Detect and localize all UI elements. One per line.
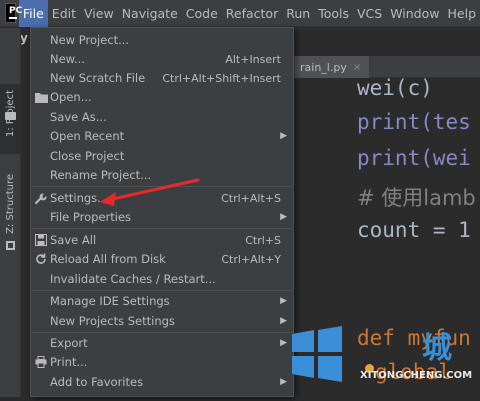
menu-item-label: Rename Project...	[50, 168, 151, 182]
menu-bar: PC File Edit View Navigate Code Refactor…	[0, 0, 480, 27]
menu-item-new[interactable]: New... Alt+Insert	[31, 49, 293, 69]
menu-item-manage-ide-settings[interactable]: Manage IDE Settings ▶	[31, 291, 293, 311]
submenu-arrow-icon: ▶	[280, 212, 287, 222]
menu-item-shortcut: Alt+Insert	[225, 53, 281, 66]
menu-item-new-project[interactable]: New Project...	[31, 30, 293, 50]
menu-item-new-projects-settings[interactable]: New Projects Settings ▶	[31, 311, 293, 331]
menu-item-save-all[interactable]: Save All Ctrl+S	[31, 230, 293, 250]
left-tool-strip: 1: Project Z: Structure	[0, 28, 21, 397]
menu-item-label: Add to Favorites	[50, 375, 143, 389]
menu-item-export[interactable]: Export ▶	[31, 333, 293, 353]
menu-item-print[interactable]: Print...	[31, 352, 293, 372]
structure-tab-label[interactable]: Z: Structure	[5, 174, 16, 234]
menu-tools[interactable]: Tools	[314, 0, 353, 27]
print-icon	[34, 355, 48, 369]
menu-item-label: Print...	[50, 355, 87, 369]
code-line[interactable]: wei(c)	[357, 76, 433, 100]
menu-item-new-scratch-file[interactable]: New Scratch File Ctrl+Alt+Shift+Insert	[31, 68, 293, 88]
menu-item-file-properties[interactable]: File Properties ▶	[31, 207, 293, 227]
menu-view[interactable]: View	[80, 0, 118, 27]
menu-item-shortcut: Ctrl+Alt+Y	[221, 253, 281, 266]
menu-item-add-to-favorites[interactable]: Add to Favorites ▶	[31, 372, 293, 392]
editor-tab-label: rain_l.py	[300, 61, 347, 74]
save-icon	[34, 233, 48, 247]
menu-item-label: Close Project	[50, 149, 124, 163]
menu-window[interactable]: Window	[386, 0, 443, 27]
code-line[interactable]: print(tes	[357, 110, 471, 134]
folder-icon	[5, 112, 16, 120]
submenu-arrow-icon: ▶	[280, 296, 287, 306]
menu-item-label: Export	[50, 336, 88, 350]
menu-item-close-project[interactable]: Close Project	[31, 146, 293, 166]
editor-tab[interactable]: rain_l.py ×	[292, 56, 369, 78]
menu-code[interactable]: Code	[182, 0, 222, 27]
menu-item-label: Invalidate Caches / Restart...	[50, 272, 216, 286]
close-icon[interactable]: ×	[353, 62, 361, 73]
pycharm-logo-icon: PC	[5, 3, 16, 23]
menu-help[interactable]: Help	[444, 0, 480, 27]
menu-item-invalidate-caches[interactable]: Invalidate Caches / Restart...	[31, 269, 293, 289]
app-icon-label: PC	[9, 6, 22, 16]
code-line[interactable]: count = 1	[357, 218, 471, 242]
watermark-logo: 城	[286, 322, 480, 397]
code-line[interactable]: print(wei	[357, 146, 471, 170]
wrench-icon	[34, 191, 48, 205]
menu-item-label: Open Recent	[50, 129, 124, 143]
code-comment[interactable]: # 使用lamb	[357, 182, 476, 212]
menu-item-label: New Project...	[50, 33, 129, 47]
menu-file[interactable]: File	[19, 0, 48, 27]
structure-icon	[6, 241, 15, 250]
submenu-arrow-icon: ▶	[280, 131, 287, 141]
menu-item-label: Settings...	[50, 191, 108, 205]
menu-item-shortcut: Ctrl+S	[245, 234, 281, 247]
editor-tab-strip: rain_l.py ×	[292, 56, 480, 78]
menu-item-open-recent[interactable]: Open Recent ▶	[31, 126, 293, 146]
menu-item-label: Open...	[50, 90, 92, 104]
menu-item-label: Save As...	[50, 110, 107, 124]
menu-item-label: New...	[50, 52, 85, 66]
menu-item-rename-project[interactable]: Rename Project...	[31, 165, 293, 185]
menu-vcs[interactable]: VCS	[353, 0, 386, 27]
menu-refactor[interactable]: Refactor	[222, 0, 282, 27]
menu-item-label: New Scratch File	[50, 71, 145, 85]
menu-item-label: New Projects Settings	[50, 314, 175, 328]
menu-item-label: Save All	[50, 233, 96, 247]
menu-item-shortcut: Ctrl+Alt+Shift+Insert	[162, 72, 281, 85]
menu-item-save-as[interactable]: Save As...	[31, 107, 293, 127]
watermark-brand-text: XITONGCHENG.COM	[360, 370, 472, 381]
folder-icon	[34, 90, 48, 104]
menu-item-label: File Properties	[50, 210, 131, 224]
menu-item-reload-all[interactable]: Reload All from Disk Ctrl+Alt+Y	[31, 249, 293, 269]
menu-navigate[interactable]: Navigate	[118, 0, 182, 27]
menu-run[interactable]: Run	[282, 0, 314, 27]
menu-edit[interactable]: Edit	[48, 0, 80, 27]
menu-separator	[32, 186, 292, 187]
file-menu-dropdown: New Project... New... Alt+Insert New Scr…	[30, 27, 294, 397]
menu-item-label: Manage IDE Settings	[50, 294, 170, 308]
menu-item-shortcut: Ctrl+Alt+S	[221, 192, 281, 205]
menu-item-label: Reload All from Disk	[50, 252, 166, 266]
menu-separator	[32, 228, 292, 229]
menu-item-open[interactable]: Open...	[31, 87, 293, 107]
svg-text:城: 城	[422, 331, 452, 366]
reload-icon	[34, 252, 48, 266]
menu-item-settings[interactable]: Settings... Ctrl+Alt+S	[31, 188, 293, 208]
